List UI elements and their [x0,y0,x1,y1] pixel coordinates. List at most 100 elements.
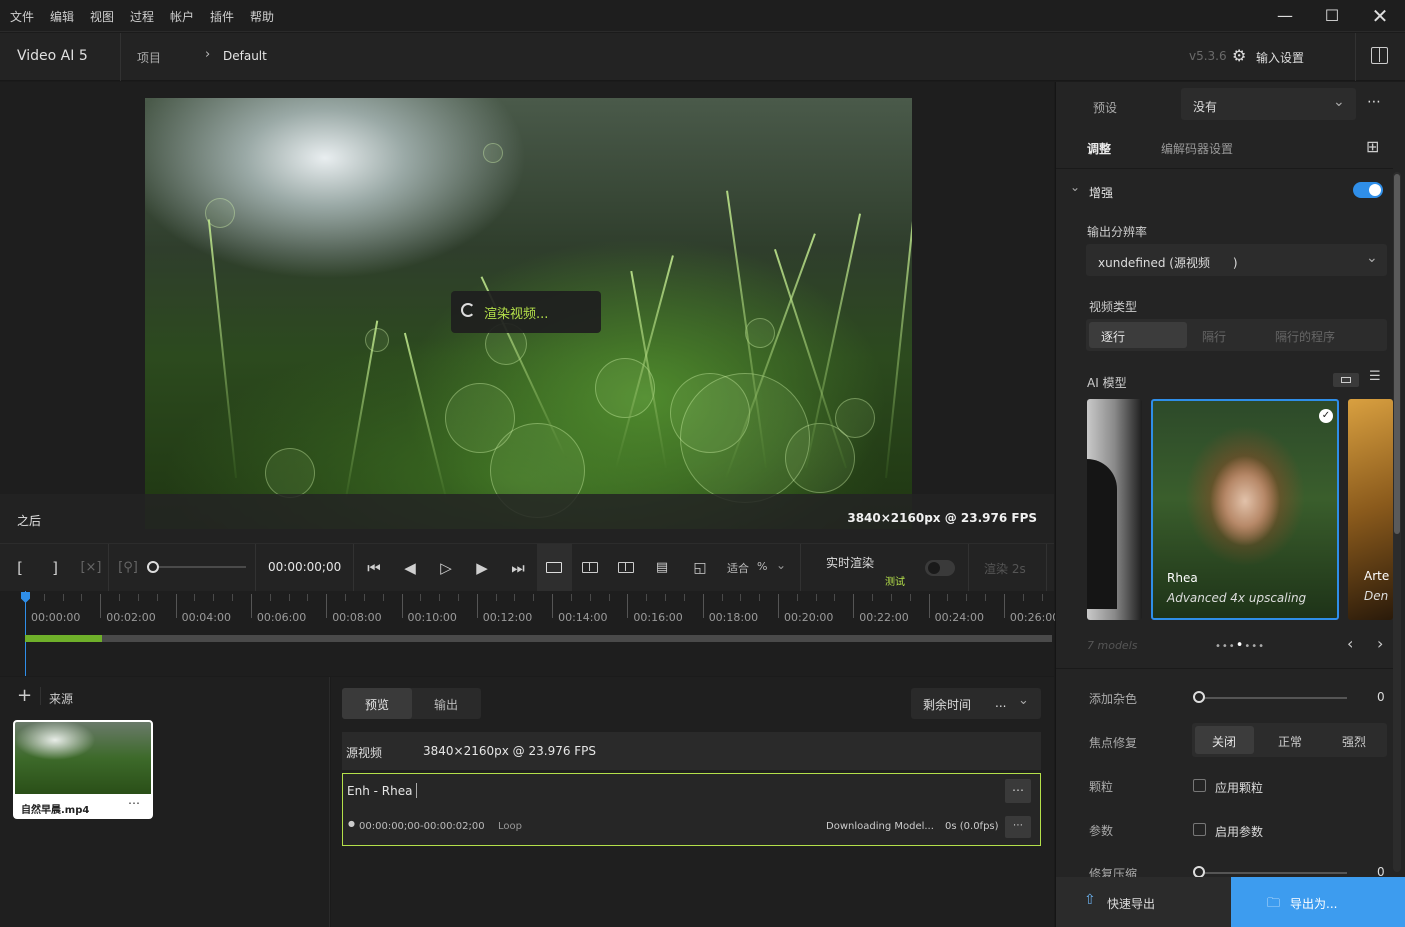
step-forward-icon[interactable]: ▶ [470,556,494,580]
carousel-next-icon[interactable]: › [1377,634,1383,653]
timeline[interactable]: 00:00:00 00:02:00 00:04:00 00:06:00 00:08:00… [0,591,1059,676]
skip-end-icon[interactable]: ⏭ [506,556,530,580]
mark-out-icon[interactable]: ] [43,556,67,580]
add-source-icon[interactable]: + [17,685,32,706]
focus-strong-option[interactable]: 强烈 [1342,733,1366,750]
breadcrumb-project[interactable]: 项目 [137,49,161,66]
source-file-card[interactable]: 自然早晨.mp4 ⋯ [13,720,153,819]
job-loop: Loop [498,821,522,832]
grain-check-label[interactable]: 应用颗粒 [1215,779,1263,796]
timeline-minor-tick [382,594,384,601]
params-label: 参数 [1089,824,1114,838]
tab-codec[interactable]: 编解码器设置 [1161,140,1233,157]
video-type-label: 视频类型 [1089,300,1138,314]
playhead-line[interactable] [25,591,26,676]
tab-adjust[interactable]: 调整 [1087,140,1111,157]
tab-output[interactable]: 输出 [434,696,458,713]
video-type-interlaced[interactable]: 隔行 [1202,328,1226,345]
job-more-icon[interactable]: ⋯ [1005,779,1031,803]
list-view-icon[interactable]: ☰ [1369,369,1381,384]
menu-process[interactable]: 过程 [130,8,154,25]
video-type-progressive[interactable]: 逐行 [1089,322,1187,348]
zoom-mark-icon[interactable]: [⚲] [116,556,140,580]
realtime-render-toggle[interactable] [925,560,955,576]
compress-track[interactable] [1199,872,1347,874]
timeline-minor-tick [420,594,422,601]
close-icon[interactable]: ✕ [1360,4,1400,28]
focus-off-option[interactable]: 关闭 [1195,726,1254,754]
timeline-progress [25,635,103,642]
timecode-display[interactable]: 00:00:00;00 [268,560,341,574]
add-noise-knob[interactable] [1193,691,1205,703]
preset-dropdown[interactable]: 没有 ⌄ [1181,88,1356,120]
menu-view[interactable]: 视图 [90,8,114,25]
add-noise-track[interactable] [1199,697,1347,699]
gear-icon[interactable]: ⚙ [1232,46,1246,65]
chevron-down-icon[interactable]: ⌄ [776,558,786,572]
model-card-right[interactable]: Arte Den [1348,399,1393,620]
chevron-down-icon[interactable]: ⌄ [1070,180,1080,194]
input-settings-button[interactable]: 输入设置 [1256,49,1304,66]
carousel-dots[interactable]: ••••••• [1215,638,1265,653]
video-type-interlaced-progressive[interactable]: 隔行的程序 [1275,328,1335,345]
breadcrumb-current[interactable]: Default [223,49,267,63]
play-icon[interactable]: ▷ [434,556,458,580]
timeline-tick [100,594,102,618]
video-type-progressive-label: 逐行 [1101,330,1126,344]
scrub-slider-knob[interactable] [147,561,159,573]
timeline-tick-label: 00:20:00 [784,611,834,624]
source-video-value: 3840×2160px @ 23.976 FPS [423,744,597,758]
menu-account[interactable]: 帐户 [170,8,194,25]
timeline-minor-tick [796,594,798,601]
timeline-minor-tick [589,594,591,601]
carousel-prev-icon[interactable]: ‹ [1347,634,1353,653]
model-card-selected[interactable]: ✓ Rhea Advanced 4x upscaling [1151,399,1339,620]
more-icon[interactable]: ⋯ [128,796,140,810]
side-by-side-icon[interactable] [618,562,634,573]
params-checkbox[interactable] [1193,823,1206,836]
grid-view-icon[interactable] [1333,373,1359,387]
source-video-label: 源视频 [346,746,383,760]
compare-icon[interactable]: ▤ [650,556,674,580]
enhance-toggle[interactable] [1353,182,1383,198]
menu-file[interactable]: 文件 [10,8,34,25]
timeline-minor-tick [890,594,892,601]
render-status-toast: 渲染视频... [451,291,601,333]
skip-start-icon[interactable]: ⏮ [362,556,386,580]
timeline-tick-label: 00:00:00 [31,611,81,624]
realtime-beta-tag: 测试 [885,577,905,588]
tab-preview[interactable]: 预览 [342,688,412,719]
grain-checkbox[interactable] [1193,779,1206,792]
preset-more-icon[interactable]: ⋯ [1367,94,1381,110]
timeline-track[interactable] [25,635,1052,642]
step-back-icon[interactable]: ◀ [398,556,422,580]
minimize-icon[interactable]: — [1265,4,1305,28]
scrollbar-thumb[interactable] [1394,174,1400,534]
maximize-icon[interactable]: ☐ [1312,4,1352,28]
clear-marks-icon[interactable]: [×] [79,556,103,580]
params-check-label[interactable]: 启用参数 [1215,823,1263,840]
timeline-minor-tick [307,594,309,601]
output-res-dropdown[interactable]: xundefined (源视频 ) ⌄ [1086,244,1387,276]
playhead-handle[interactable] [21,592,30,603]
crop-icon[interactable]: ⊞ [1366,137,1379,156]
after-label: 之后 [17,514,42,528]
split-view-icon[interactable] [582,562,598,573]
menu-plugins[interactable]: 插件 [210,8,234,25]
fit-label[interactable]: 适合 [727,560,749,576]
job-row[interactable]: Enh - Rhea ⋯ ● 00:00:00;00-00:00:02;00 L… [342,773,1041,846]
mark-in-icon[interactable]: [ [8,556,32,580]
model-card-left[interactable] [1087,399,1142,620]
timeline-minor-tick [156,594,158,601]
export-as-button[interactable]: 🗀 导出为... [1231,877,1405,927]
remaining-time-dropdown[interactable]: 剩余时间 ... ⌄ [911,688,1041,719]
menu-help[interactable]: 帮助 [250,8,274,25]
crop-view-icon[interactable]: ◱ [688,556,712,580]
job-action-icon[interactable]: ⋯ [1005,816,1031,838]
zoom-unit: % [757,560,768,573]
focus-normal-option[interactable]: 正常 [1278,733,1302,750]
scrub-slider-track[interactable] [159,566,246,568]
quick-export-button[interactable]: ⇧ 快速导出 [1056,877,1231,927]
menu-edit[interactable]: 编辑 [50,8,74,25]
panel-toggle-icon[interactable] [1371,47,1388,64]
